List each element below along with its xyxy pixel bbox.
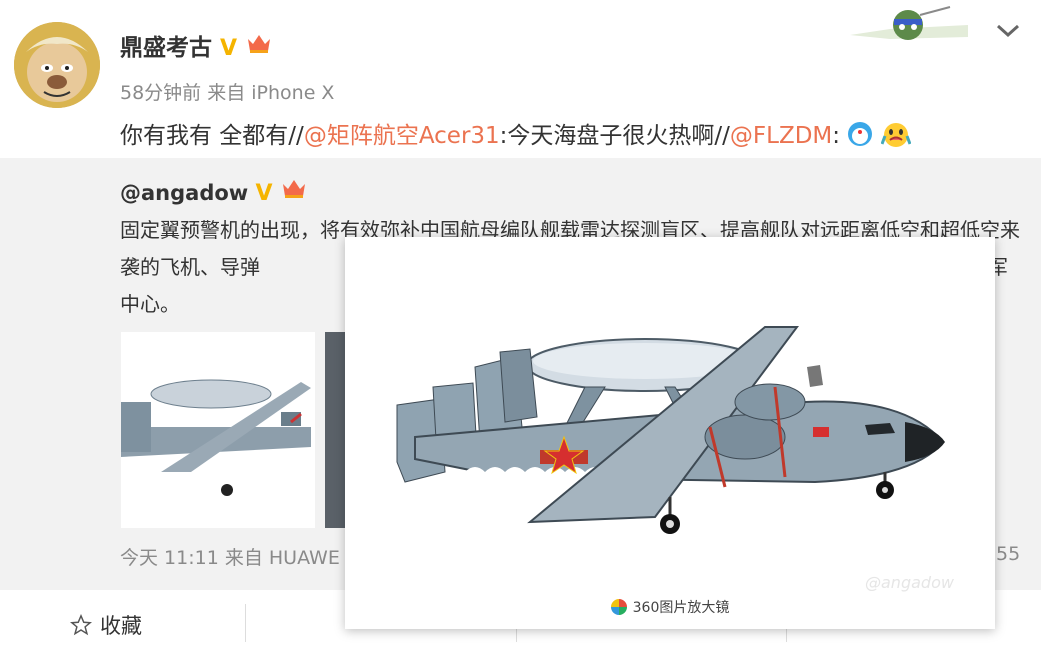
- quoted-like-count[interactable]: 55: [996, 543, 1020, 565]
- verified-icon: V: [220, 36, 238, 61]
- mention-link-1[interactable]: @矩阵航空Acer31: [304, 123, 500, 149]
- content-text-3: :: [832, 123, 841, 149]
- favorite-label: 收藏: [100, 614, 142, 638]
- post-image-thumbnail-1[interactable]: [121, 332, 315, 528]
- chevron-down-icon[interactable]: [993, 18, 1023, 42]
- crying-emoji-icon: [880, 120, 912, 154]
- quoted-post-meta: 今天 11:11 来自 HUAWE: [120, 547, 340, 569]
- quoted-author-name[interactable]: @angadow: [120, 181, 248, 205]
- image-watermark: @angadow: [865, 573, 954, 592]
- quoted-text-line3: 中心。: [120, 292, 180, 316]
- divider: [245, 604, 246, 642]
- magnifier-label: 360图片放大镜: [632, 600, 730, 616]
- vip-crown-icon: [245, 31, 273, 55]
- favorite-button[interactable]: 收藏: [69, 610, 142, 641]
- verified-icon: V: [255, 181, 273, 206]
- post-meta: 58分钟前 来自 iPhone X: [120, 82, 335, 104]
- post-content: 你有我有 全都有//@矩阵航空Acer31:今天海盘子很火热啊//@FLZDM:: [120, 116, 912, 154]
- star-icon: [69, 613, 93, 641]
- card-decoration-image: [850, 5, 968, 47]
- author-name[interactable]: 鼎盛考古 V: [120, 28, 273, 62]
- magnifier-footer: 360图片放大镜: [345, 597, 995, 619]
- airborne-early-warning-aircraft-image: [396, 326, 945, 534]
- content-text-1: 你有我有 全都有//: [120, 123, 304, 149]
- vip-crown-icon: [280, 176, 308, 200]
- mention-link-2[interactable]: @FLZDM: [730, 123, 832, 149]
- content-text-2: :今天海盘子很火热啊//: [499, 123, 730, 149]
- author-name-text[interactable]: 鼎盛考古: [120, 35, 212, 61]
- user-avatar[interactable]: [14, 22, 100, 108]
- 360-logo-icon: [610, 599, 627, 619]
- image-magnifier-popup[interactable]: @angadow 360图片放大镜: [345, 237, 995, 629]
- quoted-author[interactable]: @angadow V: [120, 176, 308, 206]
- doraemon-emoji-icon: [847, 121, 873, 153]
